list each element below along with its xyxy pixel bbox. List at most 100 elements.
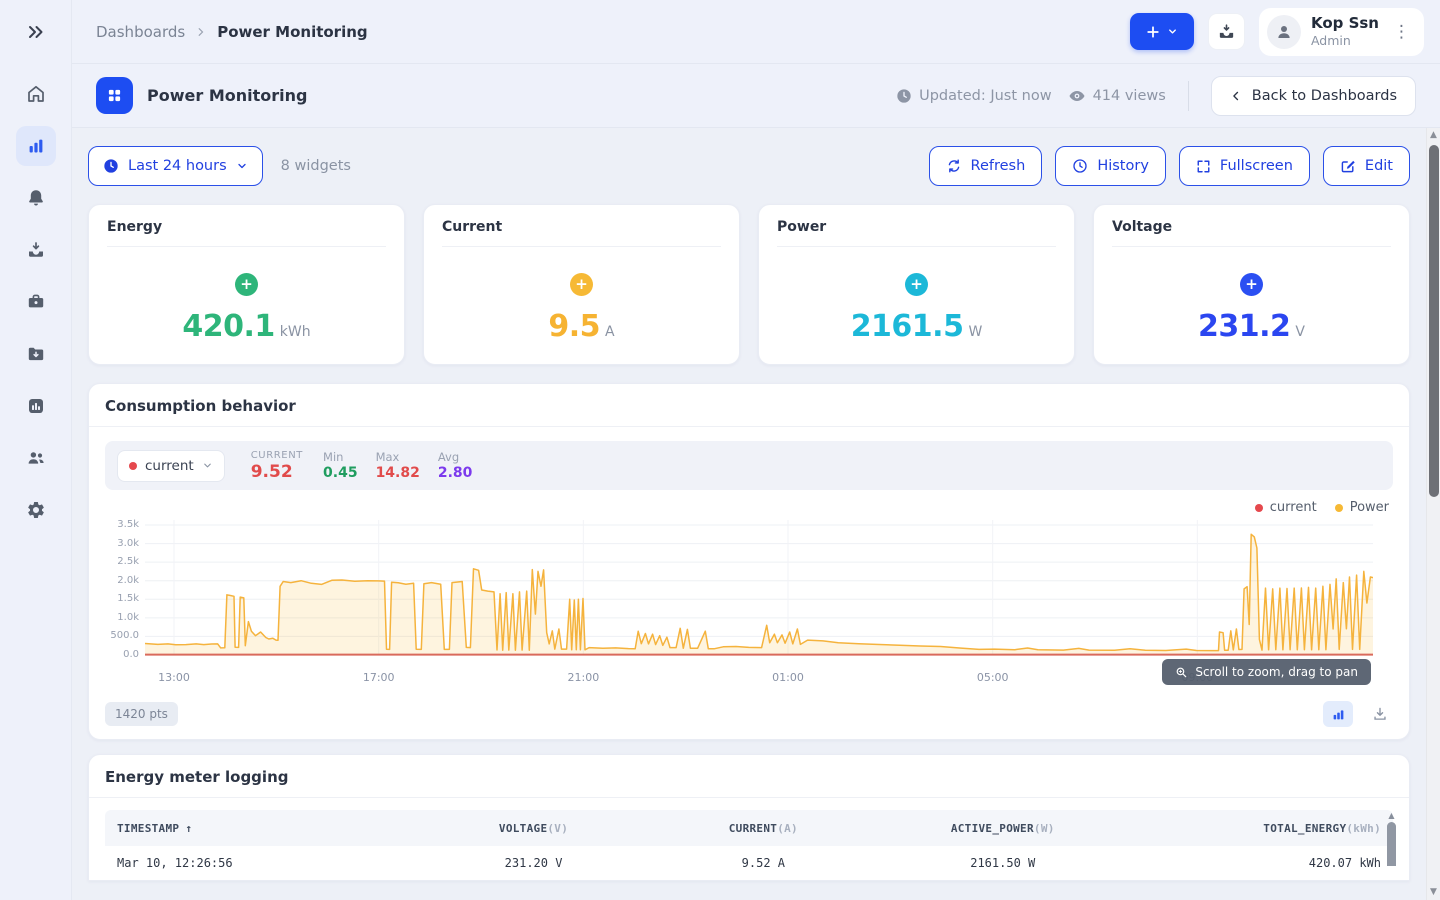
inbox-tray-icon xyxy=(26,240,46,260)
topbar: Dashboards Power Monitoring Kop Ssn Admi… xyxy=(72,0,1440,64)
sidebar-item-folder[interactable] xyxy=(16,334,56,374)
column-current[interactable]: CURRENT(A) xyxy=(653,822,873,835)
sidebar-item-briefcase[interactable] xyxy=(16,282,56,322)
consumption-chart[interactable] xyxy=(145,517,1373,667)
plus-bubble-icon: + xyxy=(235,273,258,296)
x-tick-label: 21:00 xyxy=(567,671,599,684)
cell-voltage: 231.20 V xyxy=(414,856,653,870)
chart-type-button[interactable] xyxy=(1323,701,1353,727)
download-button[interactable] xyxy=(1367,701,1393,727)
stat-unit: W xyxy=(968,324,982,340)
bell-icon xyxy=(26,188,46,208)
column-total-energy[interactable]: TOTAL_ENERGY(kWh) xyxy=(1132,822,1381,835)
y-tick-label: 3.5k xyxy=(117,519,139,530)
legend-dot-power xyxy=(1335,504,1343,512)
table-scrollbar[interactable]: ▲ xyxy=(1386,810,1397,866)
chevron-left-icon xyxy=(1230,90,1242,102)
magnifier-icon xyxy=(1175,666,1188,679)
person-icon xyxy=(1275,23,1293,41)
legend-item-current[interactable]: current xyxy=(1255,500,1317,515)
sidebar-item-notifications[interactable] xyxy=(16,178,56,218)
avatar xyxy=(1267,15,1301,49)
edit-button[interactable]: Edit xyxy=(1323,146,1410,186)
inbox-tray-icon xyxy=(1217,22,1236,41)
stat-current: CURRENT 9.52 xyxy=(251,450,303,482)
stat-card-power: Power + 2161.5 W xyxy=(758,204,1075,365)
page-header: Power Monitoring Updated: Just now 414 v… xyxy=(72,64,1440,128)
briefcase-icon xyxy=(26,292,46,312)
points-count-badge: 1420 pts xyxy=(105,702,178,726)
kebab-menu-icon[interactable]: ⋮ xyxy=(1389,22,1414,42)
users-icon xyxy=(26,448,46,468)
divider xyxy=(1188,81,1189,111)
user-role: Admin xyxy=(1311,33,1379,48)
plus-bubble-icon: + xyxy=(905,273,928,296)
table-header-row: TIMESTAMP↑ VOLTAGE(V) CURRENT(A) ACTIVE_… xyxy=(105,810,1393,846)
history-clock-icon xyxy=(1072,158,1088,174)
series-selector-label: current xyxy=(145,458,194,474)
column-voltage[interactable]: VOLTAGE(V) xyxy=(414,822,653,835)
series-selector[interactable]: current xyxy=(117,450,225,482)
user-name: Kop Ssn xyxy=(1311,15,1379,32)
time-range-selector[interactable]: Last 24 hours xyxy=(88,146,263,186)
dashboard-grid-icon xyxy=(96,77,133,114)
add-button[interactable] xyxy=(1130,13,1194,50)
sidebar-item-users[interactable] xyxy=(16,438,56,478)
settings-gear-icon xyxy=(26,500,46,520)
y-tick-label: 3.0k xyxy=(117,538,139,549)
sidebar-collapse-button[interactable] xyxy=(0,0,71,64)
chart-footer: 1420 pts xyxy=(89,693,1409,739)
legend-dot-current xyxy=(1255,504,1263,512)
sidebar-item-reports[interactable] xyxy=(16,386,56,426)
double-chevron-right-icon xyxy=(26,22,46,42)
cell-total-energy: 420.07 kWh xyxy=(1132,856,1381,870)
column-timestamp[interactable]: TIMESTAMP↑ xyxy=(117,822,414,835)
sidebar-item-settings[interactable] xyxy=(16,490,56,530)
scroll-up-arrow-icon[interactable]: ▲ xyxy=(1430,128,1437,143)
stat-card-energy: Energy + 420.1 kWh xyxy=(88,204,405,365)
mini-bar-chart-icon xyxy=(1331,707,1346,722)
stat-value: 420.1 xyxy=(182,309,274,344)
history-button[interactable]: History xyxy=(1055,146,1166,186)
x-tick-label: 01:00 xyxy=(772,671,804,684)
plus-bubble-icon: + xyxy=(1240,273,1263,296)
clock-icon xyxy=(896,88,912,104)
stat-unit: A xyxy=(605,324,615,340)
stat-card-title: Current xyxy=(442,219,721,247)
series-stats-strip: current CURRENT 9.52 Min 0.45 Max 14.82 … xyxy=(105,441,1393,490)
refresh-icon xyxy=(946,158,962,174)
page-scrollbar[interactable]: ▲ ▼ xyxy=(1426,128,1440,900)
eye-icon xyxy=(1068,87,1086,105)
y-tick-label: 2.5k xyxy=(117,556,139,567)
column-active-power[interactable]: ACTIVE_POWER(W) xyxy=(873,822,1132,835)
chart-legend: current Power xyxy=(89,490,1409,517)
views-count: 414 views xyxy=(1068,87,1166,105)
back-to-dashboards-button[interactable]: Back to Dashboards xyxy=(1211,76,1416,116)
legend-item-power[interactable]: Power xyxy=(1335,500,1389,515)
content-area: Last 24 hours 8 widgets Refresh History … xyxy=(72,128,1426,900)
stat-card-voltage: Voltage + 231.2 V xyxy=(1093,204,1410,365)
page-scrollbar-thumb[interactable] xyxy=(1429,145,1439,497)
refresh-button[interactable]: Refresh xyxy=(929,146,1043,186)
table-title: Energy meter logging xyxy=(89,755,1409,798)
edit-pencil-icon xyxy=(1340,158,1356,174)
table-row[interactable]: Mar 10, 12:26:56 231.20 V 9.52 A 2161.50… xyxy=(105,846,1393,880)
stat-unit: V xyxy=(1295,324,1305,340)
stat-min: Min 0.45 xyxy=(323,450,358,481)
sidebar-item-dashboards[interactable] xyxy=(16,126,56,166)
chart-plot-area[interactable]: 13:0017:0021:0001:0005:0009:00 Scroll to… xyxy=(145,517,1373,693)
breadcrumb-dashboards[interactable]: Dashboards xyxy=(96,23,185,41)
folder-download-icon xyxy=(26,344,46,364)
fullscreen-button[interactable]: Fullscreen xyxy=(1179,146,1310,186)
sidebar-item-home[interactable] xyxy=(16,74,56,114)
sidebar-item-inbox[interactable] xyxy=(16,230,56,270)
inbox-button[interactable] xyxy=(1208,13,1245,50)
page-scrollbar-track[interactable] xyxy=(1427,143,1440,885)
scroll-down-arrow-icon[interactable]: ▼ xyxy=(1430,885,1437,900)
scroll-up-arrow-icon[interactable]: ▲ xyxy=(1388,810,1394,822)
user-menu[interactable]: Kop Ssn Admin ⋮ xyxy=(1259,8,1424,56)
consumption-behavior-card: Consumption behavior current CURRENT 9.5… xyxy=(88,383,1410,740)
current-series-dot xyxy=(129,462,137,470)
stat-unit: kWh xyxy=(280,324,311,340)
table-scrollbar-thumb[interactable] xyxy=(1387,822,1396,866)
